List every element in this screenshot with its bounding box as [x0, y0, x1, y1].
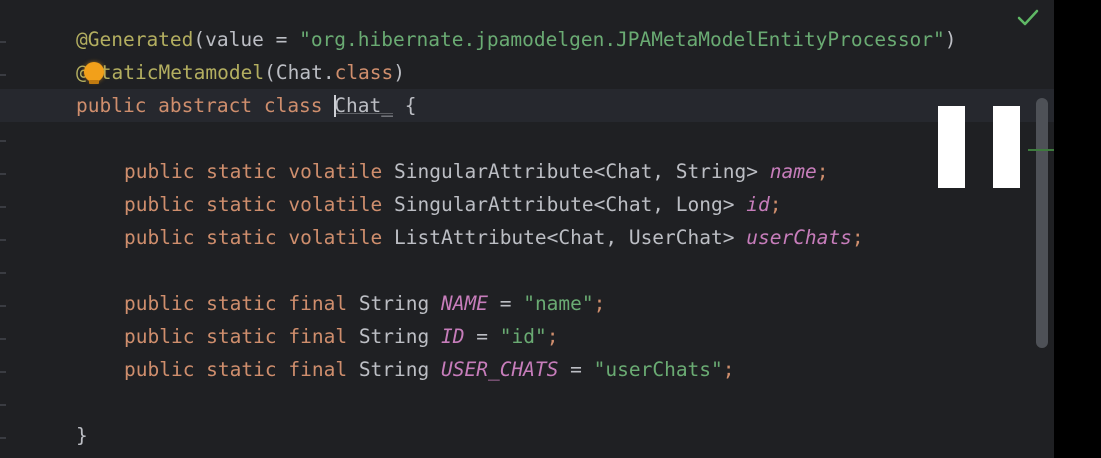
- text-cursor: [334, 94, 337, 117]
- pause-bar: [938, 106, 965, 188]
- code-line-generated[interactable]: @Generated(value = "org.hibernate.jpamod…: [0, 23, 1054, 56]
- code-line-field-id[interactable]: public static volatile SingularAttribute…: [0, 188, 1054, 221]
- code-line-field-name[interactable]: public static volatile SingularAttribute…: [0, 155, 1054, 188]
- string-literal: "org.hibernate.jpamodelgen.JPAMetaModelE…: [299, 28, 945, 51]
- code-line-static-metamodel[interactable]: @ taticMetamodel(Chat.class): [0, 56, 1054, 89]
- code-line-const-name[interactable]: public static final String NAME = "name"…: [0, 287, 1054, 320]
- code-editor[interactable]: @Generated(value = "org.hibernate.jpamod…: [0, 0, 1054, 458]
- class-name[interactable]: Chat_: [334, 94, 393, 117]
- code-line-field-user-chats[interactable]: public static volatile ListAttribute<Cha…: [0, 221, 1054, 254]
- vertical-scrollbar[interactable]: [1036, 98, 1048, 348]
- code-line-closing-brace[interactable]: }: [0, 419, 1054, 452]
- pause-bar: [993, 106, 1020, 188]
- code-line-const-id[interactable]: public static final String ID = "id";: [0, 320, 1054, 353]
- annotation-token: @Generated: [76, 28, 194, 51]
- code-line-class-declaration[interactable]: public abstract class Chat_ {: [0, 89, 1054, 122]
- video-letterbox: [1054, 0, 1101, 458]
- pause-icon[interactable]: [938, 106, 1022, 188]
- lightbulb-icon[interactable]: [84, 62, 104, 82]
- code-line-const-user-chats[interactable]: public static final String USER_CHATS = …: [0, 353, 1054, 386]
- lightbulb-base: [89, 80, 99, 84]
- change-marker: [1028, 149, 1054, 151]
- check-icon[interactable]: [1016, 8, 1040, 28]
